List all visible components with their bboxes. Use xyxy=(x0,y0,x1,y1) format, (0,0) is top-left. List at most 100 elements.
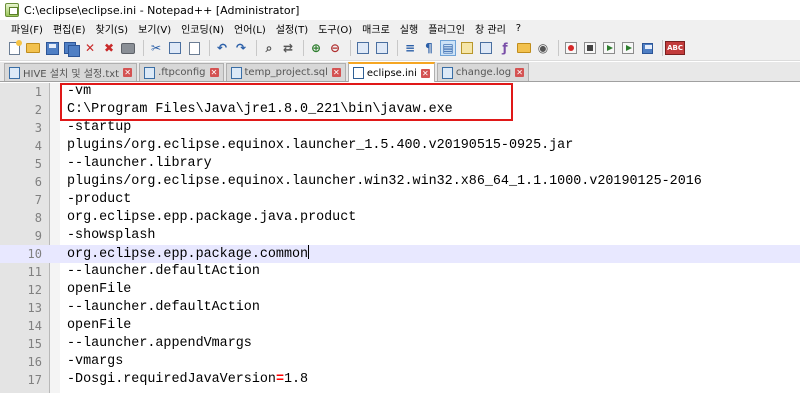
line-text-value[interactable]: 1.8 xyxy=(284,372,308,387)
print-icon[interactable] xyxy=(120,40,136,56)
editor-line[interactable]: 5 --launcher.library xyxy=(0,155,800,173)
menu-settings[interactable]: 설정(T) xyxy=(271,21,313,36)
editor-line[interactable]: 13 --launcher.defaultAction xyxy=(0,299,800,317)
play-macro-icon[interactable] xyxy=(601,40,617,56)
find-icon[interactable]: ⌕ xyxy=(261,40,277,56)
line-text-content[interactable]: org.eclipse.epp.package.common xyxy=(67,247,308,262)
tab-hive-txt[interactable]: HIVE 설치 및 설정.txt ✕ xyxy=(4,63,138,81)
line-text[interactable]: -Dosgi.requiredJavaVersion=1.8 xyxy=(67,371,308,389)
close-icon[interactable]: ✕ xyxy=(209,68,219,77)
monitoring-icon[interactable]: ◉ xyxy=(535,40,551,56)
editor-line[interactable]: 3 -startup xyxy=(0,119,800,137)
line-text[interactable]: -showsplash xyxy=(67,227,155,245)
save-icon[interactable] xyxy=(44,40,60,56)
line-text[interactable]: openFile xyxy=(67,281,131,299)
close-icon[interactable]: ✕ xyxy=(515,68,525,77)
line-number: 4 xyxy=(34,139,42,153)
menu-file[interactable]: 파일(F) xyxy=(6,21,48,36)
editor-line[interactable]: 4 plugins/org.eclipse.equinox.launcher_1.… xyxy=(0,137,800,155)
line-text[interactable]: -startup xyxy=(67,119,131,137)
text-editor[interactable]: 1 -vm 2 C:\Program Files\Java\jre1.8.0_221… xyxy=(0,83,800,393)
menu-window[interactable]: 창 관리 xyxy=(470,21,511,36)
file-icon xyxy=(230,66,242,79)
line-text[interactable]: --launcher.defaultAction xyxy=(67,263,260,281)
word-wrap-icon[interactable]: ≡ xyxy=(402,40,418,56)
close-icon[interactable]: ✕ xyxy=(82,40,98,56)
editor-line[interactable]: 17 -Dosgi.requiredJavaVersion=1.8 xyxy=(0,371,800,389)
undo-icon[interactable]: ↶ xyxy=(214,40,230,56)
run-macro-multiple-icon[interactable] xyxy=(620,40,636,56)
line-text[interactable]: --launcher.defaultAction xyxy=(67,299,260,317)
line-number: 7 xyxy=(34,193,42,207)
menu-edit[interactable]: 편집(E) xyxy=(48,21,91,36)
tab-ftpconfig[interactable]: .ftpconfig ✕ xyxy=(139,63,224,81)
line-text-key[interactable]: -Dosgi.requiredJavaVersion xyxy=(67,372,276,387)
menu-run[interactable]: 실행 xyxy=(395,21,423,36)
tab-eclipse-ini[interactable]: eclipse.ini ✕ xyxy=(347,62,435,82)
editor-line[interactable]: 6 plugins/org.eclipse.equinox.launcher.wi… xyxy=(0,173,800,191)
line-text[interactable]: plugins/org.eclipse.equinox.launcher.win… xyxy=(67,173,702,191)
highlight-annotation-box xyxy=(60,83,513,121)
menu-plugins[interactable]: 플러그인 xyxy=(423,21,470,36)
close-icon[interactable]: ✕ xyxy=(331,68,341,77)
line-text[interactable]: plugins/org.eclipse.equinox.launcher_1.5… xyxy=(67,137,573,155)
editor-line[interactable]: 7 -product xyxy=(0,191,800,209)
line-text[interactable]: openFile xyxy=(67,317,131,335)
sync-vertical-icon[interactable] xyxy=(355,40,371,56)
paste-icon[interactable] xyxy=(186,40,202,56)
replace-icon[interactable]: ⇄ xyxy=(280,40,296,56)
menu-language[interactable]: 언어(L) xyxy=(229,21,271,36)
line-text[interactable]: org.eclipse.epp.package.common xyxy=(67,245,310,264)
close-icon[interactable]: ✕ xyxy=(123,68,133,77)
udl-icon[interactable] xyxy=(459,40,475,56)
close-icon[interactable]: ✕ xyxy=(420,68,430,78)
stop-macro-icon[interactable] xyxy=(582,40,598,56)
line-text[interactable]: --launcher.library xyxy=(67,155,212,173)
close-all-icon[interactable]: ✖ xyxy=(101,40,117,56)
menu-macro[interactable]: 매크로 xyxy=(357,21,395,36)
editor-line-current[interactable]: 10 org.eclipse.epp.package.common xyxy=(0,245,800,263)
record-macro-icon[interactable] xyxy=(563,40,579,56)
redo-icon[interactable]: ↷ xyxy=(233,40,249,56)
menu-help[interactable]: ? xyxy=(511,23,526,34)
editor-line[interactable]: 15 --launcher.appendVmargs xyxy=(0,335,800,353)
folder-workspace-icon[interactable] xyxy=(516,40,532,56)
save-macro-icon[interactable] xyxy=(639,40,655,56)
line-number: 8 xyxy=(34,211,42,225)
open-file-icon[interactable] xyxy=(25,40,41,56)
editor-line[interactable]: 12 openFile xyxy=(0,281,800,299)
menu-encoding[interactable]: 인코딩(N) xyxy=(176,21,229,36)
tab-change-log[interactable]: change.log ✕ xyxy=(436,63,530,81)
new-file-icon[interactable] xyxy=(6,39,22,56)
tab-temp-project-sql[interactable]: temp_project.sql ✕ xyxy=(225,63,346,81)
line-number: 6 xyxy=(34,175,42,189)
line-text[interactable]: -product xyxy=(67,191,131,209)
editor-line[interactable]: 8 org.eclipse.epp.package.java.product xyxy=(0,209,800,227)
editor-line[interactable]: 16 -vmargs xyxy=(0,353,800,371)
toolbar-separator xyxy=(397,40,398,56)
editor-line[interactable]: 14 openFile xyxy=(0,317,800,335)
zoom-in-icon[interactable]: ⊕ xyxy=(308,40,324,56)
line-text[interactable]: org.eclipse.epp.package.java.product xyxy=(67,209,356,227)
spellcheck-icon[interactable]: ABC xyxy=(665,40,685,56)
tab-label: eclipse.ini xyxy=(366,67,417,79)
all-chars-icon[interactable]: ¶ xyxy=(421,40,437,56)
editor-line[interactable]: 11 --launcher.defaultAction xyxy=(0,263,800,281)
sync-horizontal-icon[interactable] xyxy=(374,40,390,56)
editor-line[interactable]: 9 -showsplash xyxy=(0,227,800,245)
doc-map-icon[interactable] xyxy=(478,40,494,56)
line-text[interactable]: --launcher.appendVmargs xyxy=(67,335,252,353)
cut-icon[interactable]: ✂ xyxy=(148,40,164,56)
line-number: 1 xyxy=(34,85,42,99)
menu-tools[interactable]: 도구(O) xyxy=(313,21,357,36)
menu-view[interactable]: 보기(V) xyxy=(133,21,176,36)
tab-label: temp_project.sql xyxy=(244,67,328,78)
save-all-icon[interactable] xyxy=(63,40,80,57)
zoom-out-icon[interactable]: ⊖ xyxy=(327,40,343,56)
copy-icon[interactable] xyxy=(167,40,183,56)
menu-search[interactable]: 찾기(S) xyxy=(91,21,134,36)
indent-guide-icon[interactable]: ▤ xyxy=(440,40,456,56)
line-number: 13 xyxy=(27,301,42,315)
line-text[interactable]: -vmargs xyxy=(67,353,123,371)
function-list-icon[interactable]: ƒ xyxy=(497,40,513,56)
